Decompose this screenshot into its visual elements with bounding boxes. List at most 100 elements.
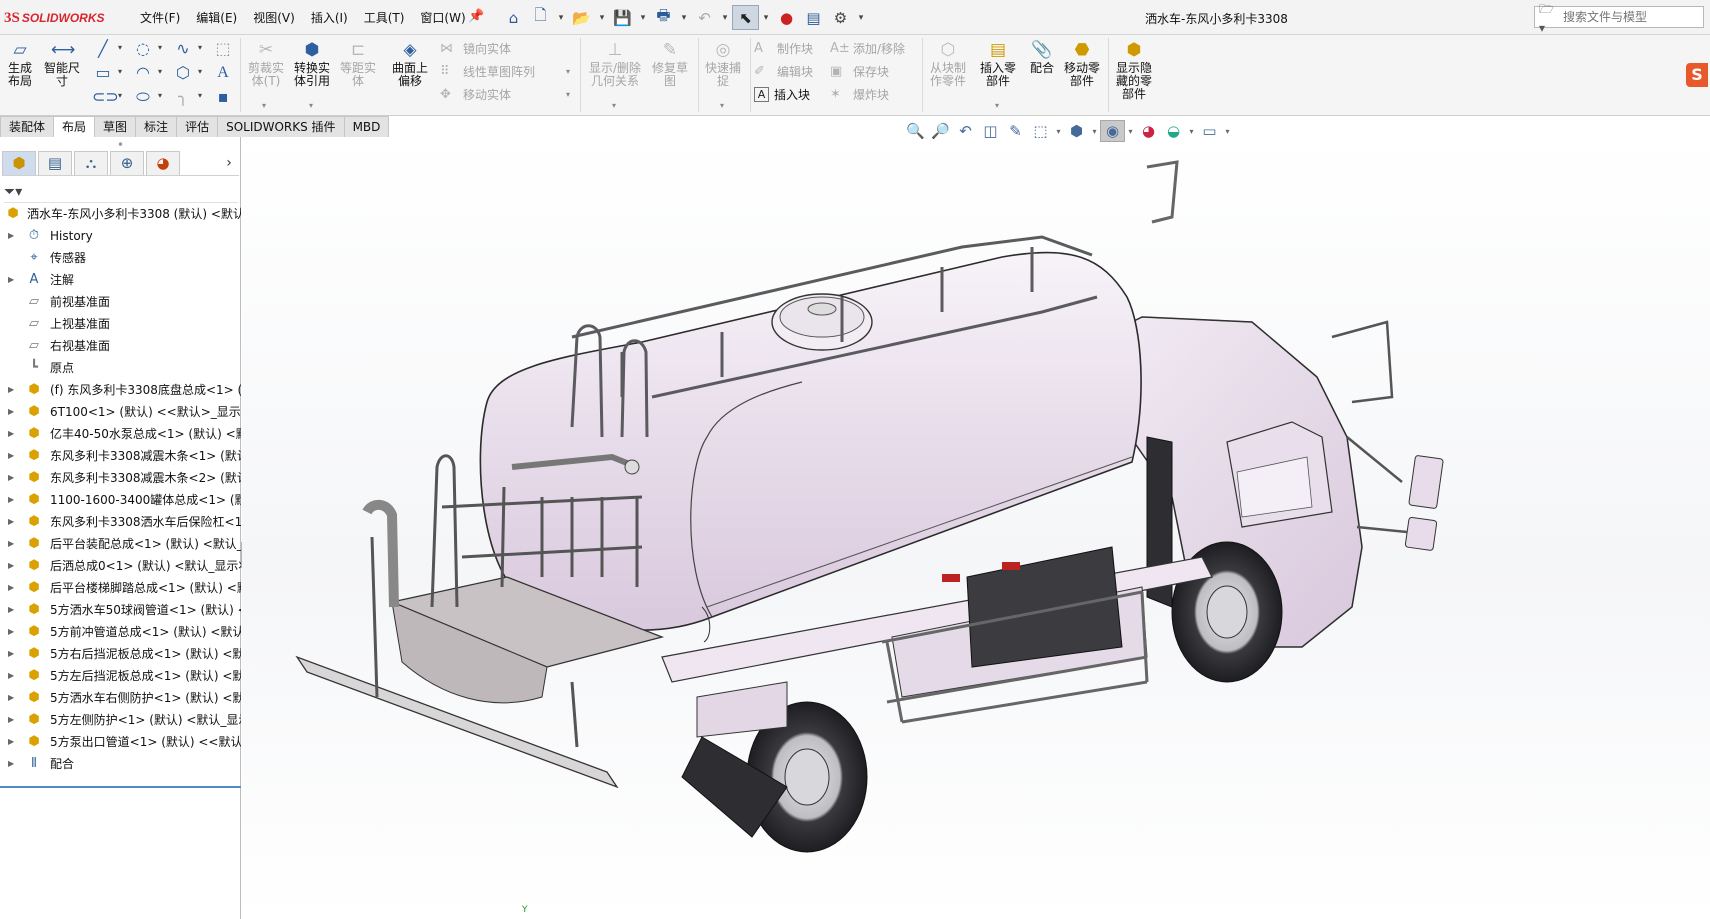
point-icon[interactable]: ▪ [212,86,234,108]
expand-arrow-icon[interactable]: ▶ [8,423,18,445]
trim-dropdown-icon[interactable]: ▾ [262,101,266,110]
options-gear-icon[interactable]: ⚙ [827,5,854,30]
view-settings-dropdown-icon[interactable]: ▾ [1222,120,1233,142]
tree-item[interactable]: ▶ ⬢ 5方洒水车右侧防护<1> (默认) <默认 [0,687,241,709]
filter-funnel-icon[interactable]: ⏷▾ [4,184,22,200]
move-entities-dropdown-icon[interactable]: ▾ [566,90,570,99]
zoom-to-area-icon[interactable]: 🔎 [928,120,953,142]
home-icon[interactable]: ⌂ [500,5,527,30]
tree-item[interactable]: ▶ ⬢ 1100-1600-3400罐体总成<1> (默认 [0,489,241,511]
slot-icon[interactable]: ⊂⊃ [92,86,119,108]
tab-markup[interactable]: 标注 [135,116,178,137]
save-dropdown-icon[interactable]: ▾ [636,5,650,30]
tree-item[interactable]: ▶ ⬢ 东风多利卡3308洒水车后保险杠<1 [0,511,241,533]
offset-entities-button[interactable]: ⊏ 等距实 体 [338,40,378,88]
dynamic-annotation-icon[interactable]: ✎ [1003,120,1028,142]
show-hidden-components-button[interactable]: ⬢ 显示隐 藏的零 部件 [1112,40,1156,101]
view-orientation-dropdown-icon[interactable]: ▾ [1053,120,1064,142]
display-relations-button[interactable]: ⊥ 显示/删除 几何关系 [586,40,644,88]
print-dropdown-icon[interactable]: ▾ [677,5,691,30]
tree-rollback-bar[interactable] [0,786,241,788]
tree-item[interactable]: ▶ ⬢ 5方右后挡泥板总成<1> (默认) <默 [0,643,241,665]
make-block-button[interactable]: A 制作块 [754,40,813,57]
tree-item[interactable]: ▶ ⬢ 东风多利卡3308减震木条<1> (默认 [0,445,241,467]
expand-arrow-icon[interactable]: ▶ [8,687,18,709]
quick-snap-button[interactable]: ◎ 快速捕 捉 [702,40,744,88]
convert-entities-button[interactable]: ⬢ 转换实 体引用 [290,40,334,88]
rectangle-icon[interactable]: ▭ [92,62,114,84]
insert-block-button[interactable]: A 插入块 [754,86,810,103]
menu-edit[interactable]: 编辑(E) [196,9,237,26]
smart-dimension-button[interactable]: ⟷ 智能尺 寸 [40,40,84,88]
mate-button[interactable]: 📎 配合 [1024,40,1060,75]
circle-dropdown-icon[interactable]: ▾ [158,43,162,52]
tree-item[interactable]: ⌖ 传感器 [0,247,241,269]
tree-root-assembly[interactable]: ⬢ 洒水车-东风小多利卡3308 (默认) <默认 [0,203,241,225]
tab-sketch[interactable]: 草图 [94,116,137,137]
file-properties-icon[interactable]: ▤ [800,5,827,30]
expand-arrow-icon[interactable]: ▶ [8,379,18,401]
apply-scene-icon[interactable]: ◒ [1161,120,1186,142]
select-dropdown-icon[interactable]: ▾ [759,5,773,30]
expand-arrow-icon[interactable]: ▶ [8,467,18,489]
expand-arrow-icon[interactable]: ▶ [8,489,18,511]
polygon-icon[interactable]: ⬡ [172,62,194,84]
arc-dropdown-icon[interactable]: ▾ [158,67,162,76]
tree-item[interactable]: ▶ ⬢ 6T100<1> (默认) <<默认>_显示状 [0,401,241,423]
menu-window[interactable]: 窗口(W) [420,9,465,26]
polygon-dropdown-icon[interactable]: ▾ [198,67,202,76]
add-remove-button[interactable]: A± 添加/移除 [830,40,905,57]
spline-dropdown-icon[interactable]: ▾ [198,43,202,52]
more-tabs-chevron-icon[interactable]: › [219,155,239,171]
tree-item[interactable]: ▶ ⬢ 5方前冲管道总成<1> (默认) <默认_ [0,621,241,643]
display-style-icon[interactable]: ⬢ [1064,120,1089,142]
expand-arrow-icon[interactable]: ▶ [8,621,18,643]
move-entities-button[interactable]: ✥ 移动实体 [440,86,511,103]
expand-arrow-icon[interactable]: ▶ [8,555,18,577]
construction-grid-icon[interactable]: ⬚ [212,38,234,60]
tree-item[interactable]: ▶ ⬢ 5方左侧防护<1> (默认) <默认_显示 [0,709,241,731]
undo-icon[interactable]: ↶ [691,5,718,30]
expand-arrow-icon[interactable]: ▶ [8,511,18,533]
search-input[interactable] [1563,10,1703,24]
menu-file[interactable]: 文件(F) [140,9,180,26]
display-manager-tab-icon[interactable]: ◕ [146,150,180,175]
expand-arrow-icon[interactable]: ▶ [8,599,18,621]
tree-item[interactable]: ▶ ⬢ (f) 东风多利卡3308底盘总成<1> (默 [0,379,241,401]
tree-item[interactable]: ▶ ⬢ 后平台装配总成<1> (默认) <默认_显 [0,533,241,555]
feature-manager-tab-icon[interactable]: ⬢ [2,150,36,175]
tree-item[interactable]: ▱ 右视基准面 [0,335,241,357]
apply-scene-dropdown-icon[interactable]: ▾ [1186,120,1197,142]
graphics-area[interactable]: Y [242,137,1710,919]
linear-pattern-button[interactable]: ⠿ 线性草图阵列 [440,63,535,80]
tree-item[interactable]: ▶ ⬢ 东风多利卡3308减震木条<2> (默认 [0,467,241,489]
quick-snap-dropdown-icon[interactable]: ▾ [720,101,724,110]
view-settings-monitor-icon[interactable]: ▭ [1197,120,1222,142]
text-icon[interactable]: A [212,62,234,84]
solidworks-logo[interactable]: 3S SOLIDWORKS [4,8,105,28]
open-folder-icon[interactable]: 📂 [568,5,595,30]
arc-icon[interactable]: ◠ [132,62,154,84]
expand-arrow-icon[interactable]: ▶ [8,665,18,687]
new-dropdown-icon[interactable]: ▾ [554,5,568,30]
menu-insert[interactable]: 插入(I) [311,9,348,26]
zoom-to-fit-icon[interactable]: 🔍 [903,120,928,142]
expand-arrow-icon[interactable]: ▶ [8,533,18,555]
new-document-icon[interactable]: 🗋 [527,5,554,30]
expand-arrow-icon[interactable]: ▶ [8,269,18,291]
tree-item[interactable]: ▶ ⬢ 后洒总成0<1> (默认) <默认_显示状 [0,555,241,577]
convert-dropdown-icon[interactable]: ▾ [309,101,313,110]
menu-tools[interactable]: 工具(T) [364,9,405,26]
hide-show-dropdown-icon[interactable]: ▾ [1125,120,1136,142]
configuration-manager-tab-icon[interactable]: ⛬ [74,150,108,175]
line-dropdown-icon[interactable]: ▾ [118,43,122,52]
tab-evaluate[interactable]: 评估 [176,116,219,137]
select-arrow-icon[interactable]: ⬉ [732,5,759,30]
tree-filter-bar[interactable]: ⏷▾ [4,181,238,203]
edit-appearance-icon[interactable]: ◕ [1136,120,1161,142]
open-dropdown-icon[interactable]: ▾ [595,5,609,30]
tree-item[interactable]: ▶ ⬢ 5方左后挡泥板总成<1> (默认) <默 [0,665,241,687]
tree-item[interactable]: ▶ ⏱ History [0,225,241,247]
save-icon[interactable]: 💾 [609,5,636,30]
insert-component-button[interactable]: ▤ 插入零 部件 [976,40,1020,88]
